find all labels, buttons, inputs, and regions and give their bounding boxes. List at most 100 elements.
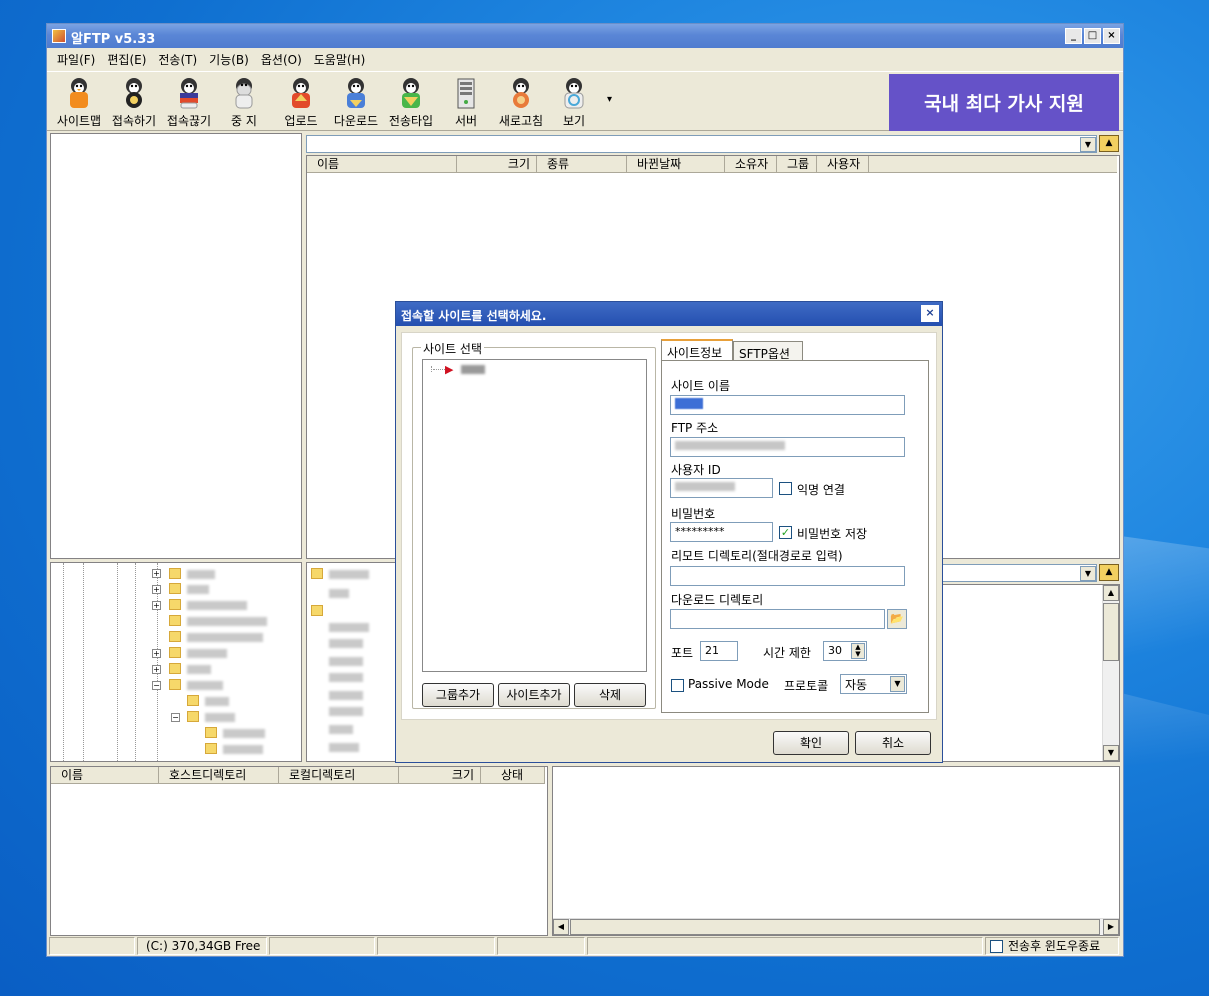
local-file-list[interactable] xyxy=(306,562,396,762)
server-button[interactable]: 서버 xyxy=(438,76,494,130)
disconnect-button[interactable]: 접속끊기 xyxy=(161,76,217,130)
remote-dir-field[interactable] xyxy=(670,566,905,586)
col-type[interactable]: 종류 xyxy=(537,156,627,172)
toolbar-more-chevron-icon[interactable]: ▾ xyxy=(607,94,612,105)
horizontal-scrollbar[interactable]: ◀ ▶ xyxy=(553,918,1119,935)
sitemap-button[interactable]: 사이트맵 xyxy=(51,76,107,130)
menu-help[interactable]: 도움말(H) xyxy=(314,51,366,68)
file-item[interactable] xyxy=(329,673,363,682)
refresh-button[interactable]: 새로고침 xyxy=(493,76,549,130)
ad-banner[interactable]: 국내 최다 가사 지원 xyxy=(889,74,1119,131)
remote-path-field[interactable] xyxy=(306,135,1097,153)
file-item[interactable] xyxy=(329,639,363,648)
tree-expand-icon[interactable]: + xyxy=(152,585,161,594)
local-up-folder-icon[interactable]: ▲ xyxy=(1099,564,1119,581)
menu-transfer[interactable]: 전송(T) xyxy=(158,51,197,68)
transfer-queue-list[interactable]: 이름 호스트디렉토리 로컬디렉토리 크기 상태 xyxy=(50,766,548,936)
passive-mode-checkbox[interactable] xyxy=(671,679,684,692)
local-sitemap-pane[interactable] xyxy=(50,133,302,559)
chevron-down-icon[interactable]: ▼ xyxy=(890,676,905,692)
menu-edit[interactable]: 편집(E) xyxy=(107,51,146,68)
title-bar[interactable]: 알FTP v5.33 _ □ × xyxy=(47,24,1123,48)
file-item[interactable] xyxy=(329,691,363,700)
upload-button[interactable]: 업로드 xyxy=(273,76,329,130)
col-queue-status[interactable]: 상태 xyxy=(481,767,545,783)
transfer-type-button[interactable]: 전송타입 xyxy=(383,76,439,130)
dialog-close-icon[interactable]: × xyxy=(921,305,939,322)
add-site-button[interactable]: 사이트추가 xyxy=(498,683,570,707)
file-item[interactable] xyxy=(329,657,363,666)
tree-item[interactable] xyxy=(205,713,235,722)
col-queue-size[interactable]: 크기 xyxy=(399,767,481,783)
file-item[interactable] xyxy=(329,707,363,716)
file-item[interactable] xyxy=(329,589,349,598)
col-owner[interactable]: 소유자 xyxy=(725,156,777,172)
scroll-right-icon[interactable]: ▶ xyxy=(1103,919,1119,935)
tree-collapse-icon[interactable]: − xyxy=(152,681,161,690)
remote-path-dropdown-icon[interactable]: ▼ xyxy=(1080,137,1096,152)
remote-up-folder-icon[interactable]: ▲ xyxy=(1099,135,1119,152)
tree-item[interactable] xyxy=(187,601,247,610)
tab-sftp-options[interactable]: SFTP옵션 xyxy=(733,341,803,361)
site-name-field[interactable] xyxy=(670,395,905,415)
col-size[interactable]: 크기 xyxy=(457,156,537,172)
tree-expand-icon[interactable]: + xyxy=(152,649,161,658)
col-host-dir[interactable]: 호스트디렉토리 xyxy=(159,767,279,783)
maximize-button[interactable]: □ xyxy=(1084,28,1101,44)
tree-item[interactable] xyxy=(223,745,263,754)
col-queue-name[interactable]: 이름 xyxy=(51,767,159,783)
tree-item[interactable] xyxy=(223,729,265,738)
col-modified[interactable]: 바뀐날짜 xyxy=(627,156,725,172)
browse-folder-icon[interactable]: 📂 xyxy=(887,609,907,629)
stop-button[interactable]: 중 지 xyxy=(216,76,272,130)
tree-expand-icon[interactable]: + xyxy=(152,665,161,674)
tree-item[interactable] xyxy=(187,649,227,658)
minimize-button[interactable]: _ xyxy=(1065,28,1082,44)
col-local-dir[interactable]: 로컬디렉토리 xyxy=(279,767,399,783)
protocol-select[interactable]: 자동 ▼ xyxy=(840,674,907,694)
timeout-field[interactable]: 30 ▲ ▼ xyxy=(823,641,867,661)
add-group-button[interactable]: 그룹추가 xyxy=(422,683,494,707)
tree-item[interactable] xyxy=(187,585,209,594)
tree-item[interactable] xyxy=(187,681,223,690)
file-item[interactable] xyxy=(329,570,369,579)
dialog-title[interactable]: 접속할 사이트를 선택하세요. xyxy=(396,302,942,326)
tree-item[interactable] xyxy=(187,570,215,579)
tree-expand-icon[interactable]: + xyxy=(152,569,161,578)
scroll-down-icon[interactable]: ▼ xyxy=(1103,745,1119,761)
tree-collapse-icon[interactable]: − xyxy=(171,713,180,722)
menu-function[interactable]: 기능(B) xyxy=(209,51,249,68)
vertical-scrollbar[interactable]: ▲ ▼ xyxy=(1102,585,1119,761)
scroll-thumb[interactable] xyxy=(570,919,1100,935)
local-path-dropdown-icon[interactable]: ▼ xyxy=(1080,566,1096,581)
tree-item[interactable] xyxy=(205,697,229,706)
scroll-thumb[interactable] xyxy=(1103,603,1119,661)
col-group[interactable]: 그룹 xyxy=(777,156,817,172)
scroll-left-icon[interactable]: ◀ xyxy=(553,919,569,935)
menu-file[interactable]: 파일(F) xyxy=(57,51,95,68)
close-after-transfer-option[interactable]: 전송후 윈도우종료 xyxy=(985,937,1119,955)
file-item[interactable] xyxy=(329,623,369,632)
local-folder-tree[interactable]: + + + + + − − xyxy=(50,562,302,762)
tree-expand-icon[interactable]: + xyxy=(152,601,161,610)
tab-site-info[interactable]: 사이트정보 xyxy=(661,339,733,362)
delete-site-button[interactable]: 삭제 xyxy=(574,683,646,707)
save-password-checkbox[interactable]: ✓ xyxy=(779,526,792,539)
tree-item[interactable] xyxy=(187,665,211,674)
password-field[interactable]: ********* xyxy=(670,522,773,542)
download-dir-field[interactable] xyxy=(670,609,885,629)
port-field[interactable]: 21 xyxy=(700,641,738,661)
col-name[interactable]: 이름 xyxy=(307,156,457,172)
close-button[interactable]: × xyxy=(1103,28,1120,44)
tree-item[interactable] xyxy=(187,633,263,642)
local-detail-list[interactable]: ▲ ▼ xyxy=(942,584,1120,762)
menu-options[interactable]: 옵션(O) xyxy=(261,51,302,68)
ftp-address-field[interactable] xyxy=(670,437,905,457)
file-item[interactable] xyxy=(329,743,359,752)
view-button[interactable]: 보기 xyxy=(546,76,602,130)
tree-item[interactable] xyxy=(187,617,267,626)
user-id-field[interactable] xyxy=(670,478,773,498)
scroll-up-icon[interactable]: ▲ xyxy=(1103,585,1119,601)
download-button[interactable]: 다운로드 xyxy=(328,76,384,130)
log-pane[interactable]: ◀ ▶ xyxy=(552,766,1120,936)
